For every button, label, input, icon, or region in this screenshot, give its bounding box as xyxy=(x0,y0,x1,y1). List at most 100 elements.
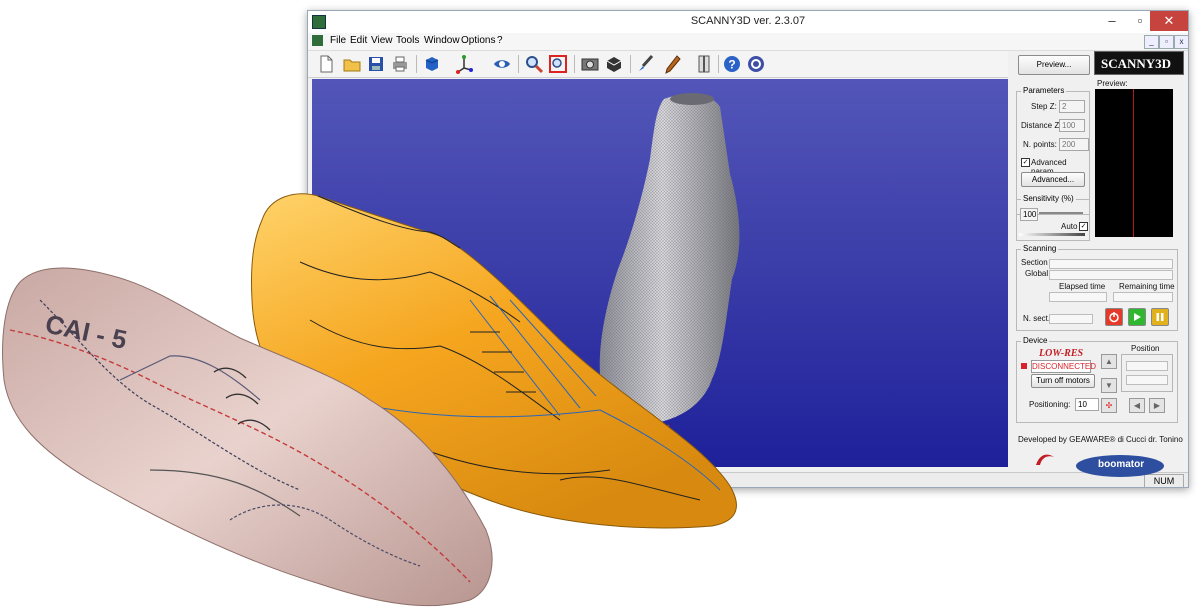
advanced-param-checkbox[interactable]: ✓ xyxy=(1021,158,1030,167)
geaware-logo xyxy=(1034,451,1056,469)
boomator-logo: boomator xyxy=(1076,455,1164,477)
advanced-button[interactable]: Advanced... xyxy=(1021,172,1085,187)
menu-help[interactable]: ? xyxy=(497,35,503,46)
toolbar-separator xyxy=(574,55,575,73)
positioning-input[interactable]: 10 xyxy=(1075,398,1099,411)
connection-status-badge: DISCONNECTED xyxy=(1031,360,1097,373)
sensitivity-group: Sensitivity (%) 100 Auto ✓ xyxy=(1016,194,1090,241)
elapsed-time-label: Elapsed time xyxy=(1059,282,1106,291)
cube-icon[interactable] xyxy=(422,54,442,74)
play-icon xyxy=(1134,313,1141,321)
n-sect-label: N. sect. xyxy=(1023,314,1051,323)
menu-tools[interactable]: Tools xyxy=(396,35,419,46)
parameters-title: Parameters xyxy=(1021,86,1067,95)
close-button[interactable]: ✕ xyxy=(1150,11,1188,31)
new-file-icon[interactable] xyxy=(316,54,336,74)
position-label: Position xyxy=(1131,344,1160,353)
sensitivity-slider[interactable] xyxy=(1039,212,1083,214)
scanning-title: Scanning xyxy=(1021,244,1059,253)
pause-icon xyxy=(1156,313,1164,321)
step-z-input[interactable]: 2 xyxy=(1059,100,1085,113)
eye-icon[interactable] xyxy=(492,54,512,74)
position-y-field xyxy=(1126,375,1168,385)
move-left-button[interactable]: ◀ xyxy=(1129,398,1145,413)
menu-window[interactable]: Window xyxy=(424,35,460,46)
power-icon xyxy=(1109,312,1119,323)
n-points-label: N. points: xyxy=(1023,140,1057,149)
n-points-select[interactable]: 200 xyxy=(1059,138,1089,151)
menu-edit[interactable]: Edit xyxy=(350,35,367,46)
center-position-button[interactable]: ✣ xyxy=(1101,398,1117,413)
resolution-mode: LOW-RES xyxy=(1039,348,1084,359)
global-progress xyxy=(1049,270,1173,280)
texture-icon[interactable] xyxy=(604,54,624,74)
about-icon[interactable] xyxy=(746,54,766,74)
toolbar-separator xyxy=(416,55,417,73)
brush-icon[interactable] xyxy=(636,54,656,74)
num-lock-indicator: NUM xyxy=(1144,474,1184,487)
mdi-close-button[interactable]: x xyxy=(1174,35,1188,49)
scanny3d-logo: SCANNY3D xyxy=(1094,51,1184,75)
3d-viewport[interactable]: SCANNY3D - G... © 2004-2012 Geawa... 05/… xyxy=(312,79,1008,467)
stop-button[interactable] xyxy=(1105,308,1123,326)
document-icon xyxy=(312,35,323,46)
start-button[interactable] xyxy=(1128,308,1146,326)
camera-icon[interactable] xyxy=(580,54,600,74)
preview-button[interactable]: Preview... xyxy=(1018,55,1090,75)
global-label: Global xyxy=(1025,269,1049,278)
preview-area xyxy=(1095,89,1173,237)
elapsed-time-field xyxy=(1049,292,1107,302)
open-folder-icon[interactable] xyxy=(342,54,362,74)
move-right-button[interactable]: ▶ xyxy=(1149,398,1165,413)
status-led xyxy=(1021,363,1027,369)
flip-icon[interactable] xyxy=(694,54,714,74)
section-label: Section xyxy=(1021,258,1048,267)
mdi-minimize-button[interactable]: _ xyxy=(1144,35,1159,49)
window-title: SCANNY3D ver. 2.3.07 xyxy=(690,15,806,27)
position-x-field xyxy=(1126,361,1168,371)
toolbar-separator xyxy=(718,55,719,73)
n-sect-field xyxy=(1049,314,1093,324)
minimize-button[interactable]: – xyxy=(1098,11,1126,31)
positioning-label: Positioning: xyxy=(1029,400,1071,409)
logo-text: SCANNY3D xyxy=(1101,56,1172,71)
remaining-time-field xyxy=(1113,292,1173,302)
step-z-label: Step Z: xyxy=(1031,102,1057,111)
toolbar-separator xyxy=(630,55,631,73)
status-hint: ..., press F1 xyxy=(348,475,396,485)
auto-checkbox[interactable]: ✓ xyxy=(1079,222,1088,231)
viewport-overlay-text: 05/2013 - 09:15 xyxy=(318,449,382,459)
title-bar: SCANNY3D ver. 2.3.07 – ▫ ✕ xyxy=(308,11,1188,34)
device-title: Device xyxy=(1021,336,1050,345)
help-icon[interactable]: ? xyxy=(722,54,742,74)
move-down-button[interactable]: ▼ xyxy=(1101,378,1117,393)
save-icon[interactable] xyxy=(366,54,386,74)
zoom-fit-icon[interactable] xyxy=(548,54,568,74)
preview-label: Preview: xyxy=(1097,79,1128,88)
axis-icon[interactable] xyxy=(454,54,474,74)
turn-off-motors-button[interactable]: Turn off motors xyxy=(1031,374,1095,388)
distance-z-label: Distance Z: xyxy=(1021,121,1062,130)
menu-view[interactable]: View xyxy=(371,35,393,46)
pause-button[interactable] xyxy=(1151,308,1169,326)
boomator-text: boomator xyxy=(1098,459,1145,470)
viewport-overlay-text: SCANNY3D - G... xyxy=(318,425,390,435)
position-display xyxy=(1121,354,1173,392)
sensitivity-value[interactable]: 100 xyxy=(1020,208,1038,221)
mdi-restore-button[interactable]: ▫ xyxy=(1159,35,1174,49)
print-icon[interactable] xyxy=(390,54,410,74)
menu-options[interactable]: Options xyxy=(461,35,495,46)
sensitivity-gradient-bar xyxy=(1019,233,1085,236)
move-up-button[interactable]: ▲ xyxy=(1101,354,1117,369)
menu-file[interactable]: File xyxy=(330,35,346,46)
remaining-time-label: Remaining time xyxy=(1119,282,1175,291)
viewport-overlay-text: © 2004-2012 Geawa... xyxy=(318,437,409,447)
section-progress xyxy=(1049,259,1173,269)
distance-z-input[interactable]: 100 xyxy=(1059,119,1085,132)
zoom-in-icon[interactable] xyxy=(524,54,544,74)
sensitivity-title: Sensitivity (%) xyxy=(1021,194,1076,203)
menu-bar: File Edit View Tools Window Options ? _ … xyxy=(308,33,1188,51)
pen-icon[interactable] xyxy=(662,54,682,74)
status-bar: ..., press F1 NUM xyxy=(308,472,1188,487)
preview-center-line xyxy=(1133,89,1134,237)
